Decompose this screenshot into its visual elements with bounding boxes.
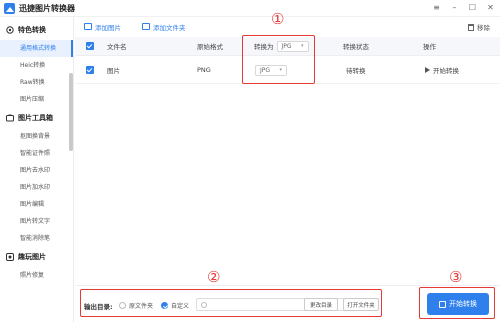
sidebar-item-general-convert[interactable]: 通用格式转换 — [0, 40, 73, 57]
col-filename: 文件名 — [107, 43, 127, 51]
col-action: 操作 — [423, 43, 436, 51]
sidebar-item-id-photo[interactable]: 智能证件照 — [0, 145, 73, 162]
add-image-label: 添加图片 — [95, 23, 121, 32]
fun-icon — [6, 253, 14, 261]
add-folder-button[interactable]: 添加文件夹 — [142, 22, 186, 32]
app-title: 迅捷图片转换器 — [19, 3, 75, 13]
col-status: 转换状态 — [343, 43, 369, 51]
menu-icon[interactable]: ≡ — [431, 2, 442, 14]
toolbar: 添加图片 添加文件夹 移除 — [75, 17, 500, 36]
annotation-number-3: ③ — [449, 268, 463, 286]
toolbox-icon — [6, 114, 14, 122]
row-start-button[interactable]: 开始转换 — [425, 57, 459, 83]
sidebar-item-remove-watermark[interactable]: 图片去水印 — [0, 162, 73, 179]
window-controls: ≡ – ☐ ✕ — [431, 2, 496, 14]
row-status: 待转换 — [346, 67, 366, 75]
maximize-icon[interactable]: ☐ — [467, 2, 478, 14]
sidebar-item-edit[interactable]: 图片编辑 — [0, 196, 73, 213]
add-image-icon — [84, 23, 92, 30]
remove-button[interactable]: 移除 — [468, 22, 490, 32]
annotation-box-3 — [419, 287, 495, 319]
sidebar-group-toolbox[interactable]: 图片工具箱 — [0, 108, 73, 128]
annotation-number-2: ② — [207, 268, 221, 286]
row-filename: 图片 — [107, 67, 120, 75]
app-logo-icon — [4, 2, 15, 14]
select-all-checkbox[interactable] — [86, 42, 94, 50]
sidebar-item-restore[interactable]: 照片修复 — [0, 267, 73, 284]
add-folder-label: 添加文件夹 — [153, 23, 186, 32]
sidebar-scrollbar[interactable] — [69, 73, 73, 151]
sidebar-group-title: 特色转换 — [18, 26, 46, 34]
sidebar-item-compress[interactable]: 图片压缩 — [0, 91, 73, 108]
annotation-box-2 — [80, 289, 382, 317]
sidebar-group-title: 趣玩图片 — [18, 253, 46, 261]
add-image-button[interactable]: 添加图片 — [84, 22, 121, 32]
trash-icon — [468, 23, 474, 31]
title-bar: 迅捷图片转换器 ≡ – ☐ ✕ — [0, 0, 500, 17]
folder-icon — [142, 23, 150, 30]
sidebar-group-title: 图片工具箱 — [18, 114, 53, 122]
sidebar-item-add-watermark[interactable]: 图片加水印 — [0, 179, 73, 196]
annotation-box-1 — [242, 35, 315, 84]
close-icon[interactable]: ✕ — [485, 2, 496, 14]
sidebar-item-eraser[interactable]: 智能消除笔 — [0, 230, 73, 247]
row-orig-format: PNG — [197, 66, 211, 74]
row-start-label: 开始转换 — [433, 67, 459, 75]
sidebar-group-fun[interactable]: 趣玩图片 — [0, 247, 73, 267]
sidebar-item-raw[interactable]: Raw转换 — [0, 74, 73, 91]
minimize-icon[interactable]: – — [449, 2, 460, 14]
sidebar-item-cutout[interactable]: 抠图换背景 — [0, 128, 73, 145]
col-orig-format: 原始格式 — [197, 43, 223, 51]
sidebar-group-featured[interactable]: 特色转换 — [0, 20, 73, 40]
sidebar-item-heic[interactable]: Heic转换 — [0, 57, 73, 74]
remove-label: 移除 — [477, 24, 490, 32]
annotation-number-1: ① — [271, 10, 285, 28]
row-checkbox[interactable] — [86, 66, 94, 74]
sidebar-item-ocr[interactable]: 图片转文字 — [0, 213, 73, 230]
featured-icon — [6, 26, 14, 34]
play-icon — [425, 67, 430, 73]
sidebar: 特色转换 通用格式转换 Heic转换 Raw转换 图片压缩 图片工具箱 抠图换背… — [0, 17, 74, 322]
